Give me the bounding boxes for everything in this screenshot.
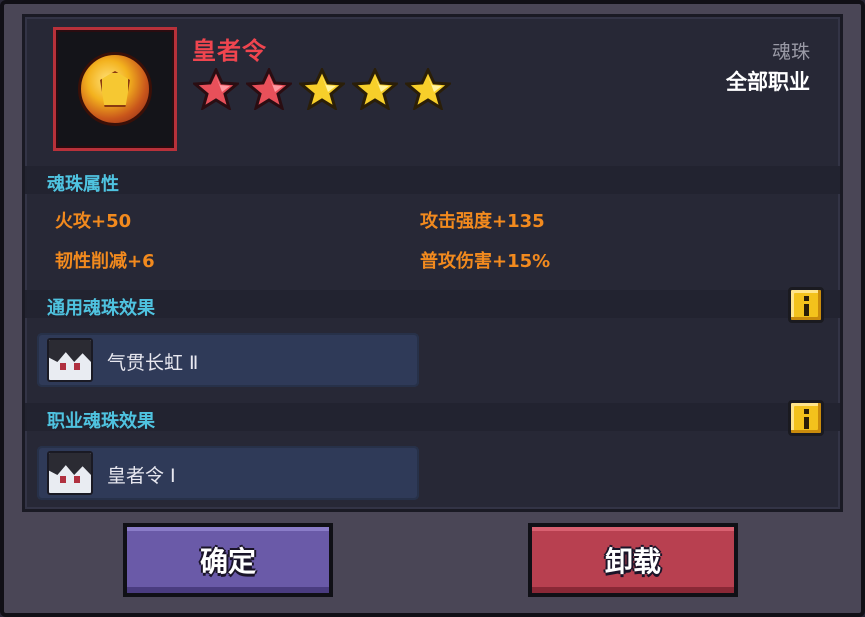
confirm-button[interactable]: 确定 [123, 523, 333, 597]
class-effect-name: 皇者令 Ⅰ [107, 465, 176, 487]
class-effect-title: 职业魂珠效果 [47, 411, 155, 432]
attributes-title: 魂珠属性 [47, 174, 119, 195]
unload-button[interactable]: 卸载 [528, 523, 738, 597]
general-effect-title: 通用魂珠效果 [47, 298, 155, 319]
star-icon [405, 68, 451, 110]
attribute-item: 韧性削减+6 [55, 251, 155, 272]
soul-orb-icon [78, 52, 152, 126]
star-icon [352, 68, 398, 110]
attributes-section-bar [25, 166, 840, 194]
general-effect-name: 气贯长虹 Ⅱ [107, 352, 199, 374]
general-effect-info-button[interactable] [788, 287, 824, 323]
general-effect-card[interactable]: 气贯长虹 Ⅱ [37, 333, 419, 387]
character-avatar-icon [47, 338, 93, 382]
star-icon [299, 68, 345, 110]
class-effect-card[interactable]: 皇者令 Ⅰ [37, 446, 419, 500]
star-rating [193, 68, 451, 110]
character-avatar-icon [47, 451, 93, 495]
item-type: 魂珠 [771, 41, 810, 63]
item-name: 皇者令 [192, 37, 267, 65]
star-icon [193, 68, 239, 110]
attribute-item: 攻击强度+135 [420, 211, 545, 232]
item-icon-frame [53, 27, 177, 151]
attribute-item: 火攻+50 [55, 211, 132, 232]
attribute-item: 普攻伤害+15% [420, 251, 551, 272]
class-effect-info-button[interactable] [788, 400, 824, 436]
star-icon [246, 68, 292, 110]
class-restriction: 全部职业 [726, 70, 810, 94]
